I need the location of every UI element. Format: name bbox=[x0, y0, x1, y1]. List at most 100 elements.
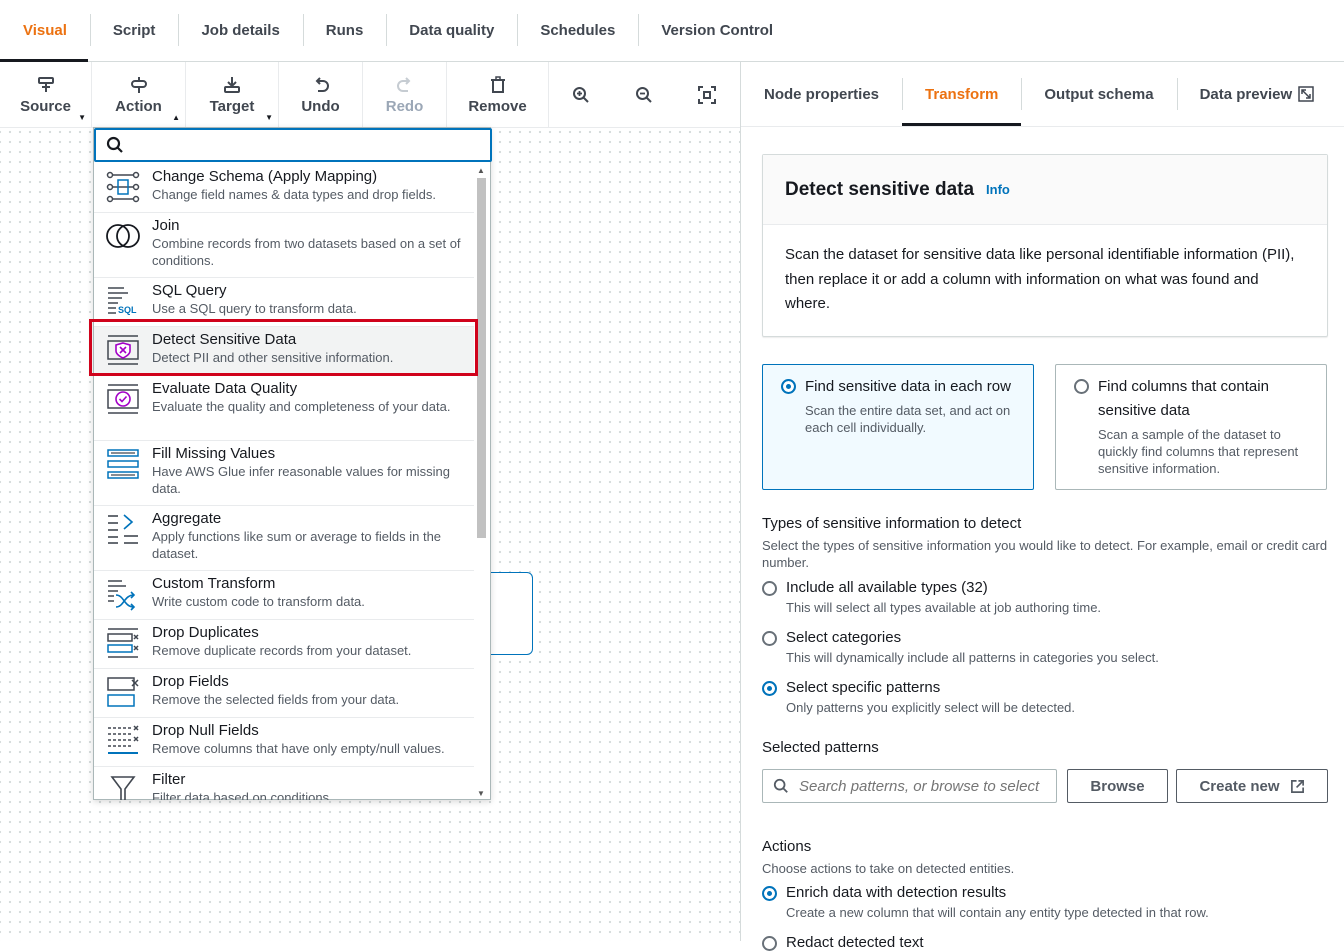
item-desc: Have AWS Glue infer reasonable values fo… bbox=[152, 464, 450, 496]
types-label: Types of sensitive information to detect bbox=[762, 515, 1022, 532]
card-header: Detect sensitive data Info bbox=[763, 155, 1327, 225]
types-desc: Select the types of sensitive informatio… bbox=[762, 538, 1328, 570]
drop-null-fields-icon bbox=[108, 725, 139, 754]
option-desc: This will select all types available at … bbox=[786, 600, 1102, 615]
radio-find-columns[interactable] bbox=[1074, 379, 1089, 394]
list-item-join[interactable]: Join Combine records from two datasets ba… bbox=[94, 213, 474, 278]
data-preview-label: Data preview bbox=[1199, 85, 1293, 103]
tab-transform[interactable]: Transform bbox=[902, 62, 1022, 126]
item-desc: Remove duplicate records from your datas… bbox=[152, 643, 412, 658]
info-link[interactable]: Info bbox=[986, 182, 1010, 197]
tab-script[interactable]: Script bbox=[89, 0, 179, 61]
item-desc: Remove columns that have only empty/null… bbox=[152, 741, 445, 756]
drop-duplicates-icon bbox=[107, 628, 139, 658]
create-new-button[interactable]: Create new bbox=[1176, 769, 1328, 803]
remove-label: Remove bbox=[468, 97, 527, 115]
item-title: Aggregate bbox=[152, 510, 222, 527]
target-label: Target bbox=[209, 97, 255, 115]
dropdown-search-input[interactable] bbox=[94, 128, 492, 162]
item-desc: Apply functions like sum or average to f… bbox=[152, 529, 442, 561]
browse-button[interactable]: Browse bbox=[1067, 769, 1168, 803]
item-desc: Filter data based on conditions. bbox=[152, 790, 333, 800]
action-dropdown: Change Schema (Apply Mapping) Change fiel… bbox=[93, 127, 492, 800]
action-button[interactable]: Action ▲ bbox=[92, 62, 186, 128]
change-schema-icon bbox=[106, 171, 140, 203]
tile-find-in-each-row[interactable]: Find sensitive data in each row Scan the… bbox=[762, 364, 1034, 490]
source-button[interactable]: Source ▼ bbox=[0, 62, 92, 128]
list-item-evaluate-data-quality[interactable]: Evaluate Data Quality Evaluate the qualit… bbox=[94, 376, 474, 441]
zoom-out-button[interactable] bbox=[612, 62, 675, 128]
panel-tab-bar: Node properties Transform Output schema … bbox=[741, 62, 1344, 127]
remove-button[interactable]: Remove bbox=[447, 62, 549, 128]
target-button[interactable]: Target ▼ bbox=[186, 62, 279, 128]
redo-icon bbox=[396, 76, 414, 94]
join-icon bbox=[106, 224, 140, 248]
item-desc: Write custom code to transform data. bbox=[152, 594, 365, 609]
tab-data-quality[interactable]: Data quality bbox=[386, 0, 517, 61]
redo-label: Redo bbox=[385, 97, 424, 115]
action-label: Action bbox=[115, 97, 162, 115]
zoom-in-button[interactable] bbox=[549, 62, 612, 128]
list-item-drop-null-fields[interactable]: Drop Null Fields Remove columns that have… bbox=[94, 718, 474, 767]
highlight-box bbox=[89, 319, 478, 376]
list-item-custom-transform[interactable]: Custom Transform Write custom code to tra… bbox=[94, 571, 474, 620]
radio-select-categories[interactable] bbox=[762, 631, 777, 646]
list-item-drop-duplicates[interactable]: Drop Duplicates Remove duplicate records … bbox=[94, 620, 474, 669]
pattern-search-field[interactable] bbox=[762, 769, 1057, 803]
item-title: SQL Query bbox=[152, 282, 227, 299]
card-description: Scan the dataset for sensitive data like… bbox=[785, 246, 1295, 312]
actions-desc: Choose actions to take on detected entit… bbox=[762, 861, 1015, 876]
top-tab-bar: Visual Script Job details Runs Data qual… bbox=[0, 0, 1344, 62]
radio-enrich-data[interactable] bbox=[762, 886, 777, 901]
tab-version-control[interactable]: Version Control bbox=[638, 0, 796, 61]
scroll-down-icon[interactable]: ▼ bbox=[477, 789, 485, 798]
source-icon bbox=[37, 76, 55, 94]
item-title: Custom Transform bbox=[152, 575, 276, 592]
item-title: Drop Null Fields bbox=[152, 722, 259, 739]
undo-button[interactable]: Undo bbox=[279, 62, 363, 128]
search-icon bbox=[773, 778, 788, 793]
action-icon bbox=[130, 76, 148, 94]
search-icon bbox=[106, 136, 123, 153]
drop-fields-icon bbox=[107, 677, 139, 707]
tab-visual[interactable]: Visual bbox=[0, 0, 90, 61]
scroll-up-icon[interactable]: ▲ bbox=[477, 166, 485, 175]
radio-specific-patterns[interactable] bbox=[762, 681, 777, 696]
item-title: Change Schema (Apply Mapping) bbox=[152, 168, 378, 185]
list-item-drop-fields[interactable]: Drop Fields Remove the selected fields fr… bbox=[94, 669, 474, 718]
tab-schedules[interactable]: Schedules bbox=[517, 0, 638, 61]
item-desc: Use a SQL query to transform data. bbox=[152, 301, 357, 316]
tab-runs[interactable]: Runs bbox=[302, 0, 387, 61]
list-item-change-schema[interactable]: Change Schema (Apply Mapping) Change fiel… bbox=[94, 164, 474, 213]
caret-down-icon: ▼ bbox=[78, 113, 86, 122]
list-item-fill-missing-values[interactable]: Fill Missing Values Have AWS Glue infer r… bbox=[94, 441, 474, 506]
item-title: Join bbox=[152, 217, 180, 234]
tab-output-schema[interactable]: Output schema bbox=[1021, 62, 1176, 126]
tile-find-columns[interactable]: Find columns that contain sensitive data… bbox=[1055, 364, 1327, 490]
expand-icon[interactable] bbox=[1298, 86, 1314, 102]
item-desc: Remove the selected fields from your dat… bbox=[152, 692, 400, 707]
undo-icon bbox=[312, 76, 330, 94]
selected-patterns-label: Selected patterns bbox=[762, 739, 879, 756]
list-item-aggregate[interactable]: Aggregate Apply functions like sum or ave… bbox=[94, 506, 474, 571]
fit-to-screen-button[interactable] bbox=[675, 62, 738, 128]
radio-redact-text[interactable] bbox=[762, 936, 777, 951]
item-title: Evaluate Data Quality bbox=[152, 380, 298, 397]
tab-data-preview[interactable]: Data preview bbox=[1176, 62, 1338, 126]
scrollbar-thumb[interactable] bbox=[477, 178, 486, 538]
list-item-filter[interactable]: Filter Filter data based on conditions. bbox=[94, 767, 474, 800]
tab-node-properties[interactable]: Node properties bbox=[741, 62, 902, 126]
redo-button[interactable]: Redo bbox=[363, 62, 447, 128]
tile-title: Find sensitive data in each row bbox=[805, 378, 1011, 395]
option-title: Enrich data with detection results bbox=[786, 884, 1007, 901]
item-desc: Evaluate the quality and completeness of… bbox=[152, 399, 451, 414]
item-title: Drop Fields bbox=[152, 673, 229, 690]
radio-all-types[interactable] bbox=[762, 581, 777, 596]
tab-job-details[interactable]: Job details bbox=[178, 0, 302, 61]
dropdown-list: Change Schema (Apply Mapping) Change fiel… bbox=[94, 164, 474, 800]
pattern-search-input[interactable] bbox=[799, 777, 1049, 795]
item-desc: Combine records from two datasets based … bbox=[152, 236, 461, 268]
radio-find-in-each-row[interactable] bbox=[781, 379, 796, 394]
fill-missing-values-icon bbox=[107, 449, 139, 479]
dropdown-scrollbar[interactable]: ▲ ▼ bbox=[474, 164, 488, 800]
